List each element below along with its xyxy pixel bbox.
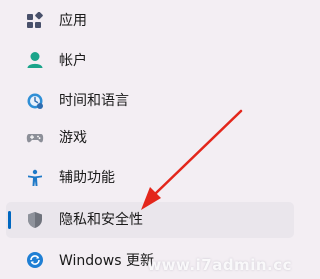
sidebar-item-gaming[interactable]: 游戏 — [6, 120, 294, 156]
sidebar-item-label: Windows 更新 — [59, 253, 154, 269]
selection-indicator — [8, 211, 11, 229]
time-language-icon — [26, 92, 44, 110]
accessibility-icon — [26, 169, 44, 187]
gaming-icon — [26, 129, 44, 147]
sidebar-item-label: 帐户 — [59, 53, 87, 69]
windows-update-icon — [26, 251, 44, 269]
sidebar-item-apps[interactable]: 应用 — [6, 3, 294, 39]
sidebar-item-label: 辅助功能 — [59, 170, 115, 186]
sidebar-item-label: 游戏 — [59, 130, 87, 146]
sidebar-item-accessibility[interactable]: 辅助功能 — [6, 160, 294, 196]
sidebar-item-privacy-security[interactable]: 隐私和安全性 — [6, 202, 294, 238]
apps-icon — [26, 12, 44, 30]
sidebar-item-label: 隐私和安全性 — [59, 212, 143, 228]
sidebar-item-time-language[interactable]: 时间和语言 — [6, 83, 294, 119]
settings-sidebar: 应用 帐户 时间和语言 游戏 辅助功能 隐私和安全性 Windows 更新 — [0, 0, 298, 278]
account-icon — [26, 51, 44, 69]
sidebar-item-label: 时间和语言 — [59, 93, 129, 109]
watermark-text: www.i7admin.cc — [147, 256, 292, 274]
sidebar-item-accounts[interactable]: 帐户 — [6, 43, 294, 79]
sidebar-item-label: 应用 — [59, 13, 87, 29]
shield-icon — [26, 211, 44, 229]
